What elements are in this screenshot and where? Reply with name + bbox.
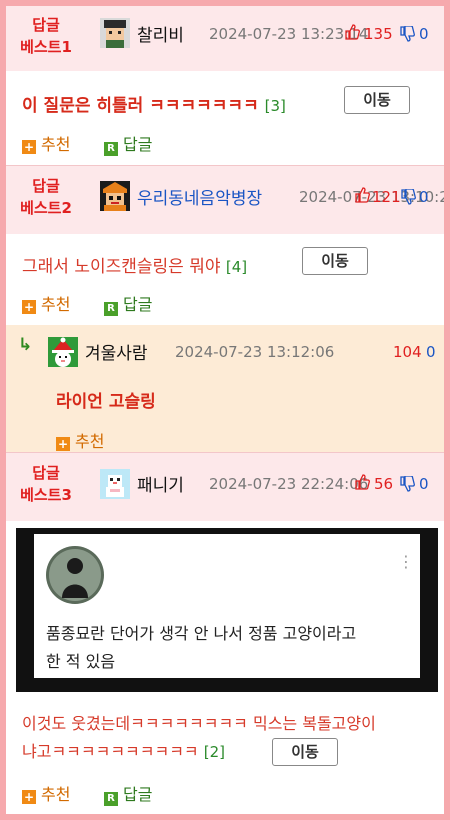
recommend-button[interactable]: + 추천 xyxy=(56,428,104,452)
dislike-count: 0 xyxy=(419,25,429,43)
reply-text: 라이언 고슬링 xyxy=(56,392,156,412)
reply-count: [2] xyxy=(203,743,225,761)
avatar-icon[interactable] xyxy=(100,181,130,211)
recommend-label: 추천 xyxy=(41,785,71,804)
comment-text: 그래서 노이즈캔슬링은 뭐야 [4] xyxy=(22,252,247,277)
best-label-rank: 베스트1 xyxy=(20,38,72,56)
best-comment-header-2: 답글 베스트2 우리동네음악병장 2024-07-23 13:10:2 121 … xyxy=(6,166,444,234)
best-label-1: 답글 베스트1 xyxy=(6,14,86,58)
reply-button[interactable]: R 답글 xyxy=(104,781,152,806)
plus-icon: + xyxy=(22,140,36,154)
author-nickname[interactable]: 패니기 xyxy=(137,471,184,496)
embedded-text: 품종묘란 단어가 생각 안 나서 정품 고양이라고 한 적 있음 xyxy=(46,620,356,676)
reply-badge-icon: R xyxy=(104,142,118,156)
recommend-button[interactable]: + 추천 xyxy=(22,291,70,315)
author-nickname[interactable]: 찰리비 xyxy=(137,21,184,46)
reply-label: 답글 xyxy=(123,135,153,154)
recommend-label: 추천 xyxy=(41,135,71,154)
like-count: 56 xyxy=(374,475,394,493)
like-count: 104 xyxy=(393,343,422,361)
move-button[interactable]: 이동 xyxy=(344,86,410,114)
best-comment-header-3: 답글 베스트3 패니기 2024-07-23 22:24:06 56 0 xyxy=(6,453,444,521)
more-menu-icon: ⋮ xyxy=(398,552,414,571)
best-label-rank: 베스트3 xyxy=(20,486,72,504)
embedded-image[interactable]: ⋮ 품종묘란 단어가 생각 안 나서 정품 고양이라고 한 적 있음 xyxy=(16,528,438,692)
like-count: 121 xyxy=(372,188,401,206)
profile-photo-icon xyxy=(46,546,104,604)
reply-arrow-icon: ↳ xyxy=(18,335,33,355)
embedded-text-line: 한 적 있음 xyxy=(46,652,116,671)
best-label-top: 답글 xyxy=(32,464,60,482)
thumbs-down-icon[interactable] xyxy=(399,476,415,492)
author-nickname[interactable]: 겨울사람 xyxy=(85,339,148,364)
embedded-card: ⋮ 품종묘란 단어가 생각 안 나서 정품 고양이라고 한 적 있음 xyxy=(34,534,420,678)
move-button[interactable]: 이동 xyxy=(302,247,368,275)
post-date: 2024-07-23 13:12:06 xyxy=(175,343,335,361)
best-comment-header-1: 답글 베스트1 찰리비 2024-07-23 13:23:14 135 0 xyxy=(6,6,444,71)
recommend-button[interactable]: + 추천 xyxy=(22,781,70,805)
dislike-count: 0 xyxy=(419,188,429,206)
reply-label: 답글 xyxy=(123,785,153,804)
nested-reply: ↳ 겨울사람 2024-07-23 13:12:06 104 0 라이언 고슬링… xyxy=(6,325,444,452)
reply-badge-icon: R xyxy=(104,792,118,806)
thumbs-up-icon[interactable] xyxy=(354,187,370,203)
plus-icon: + xyxy=(56,437,70,451)
comment-body: 이 질문은 히틀러 ㅋㅋㅋㅋㅋㅋㅋ xyxy=(22,96,259,116)
plus-icon: + xyxy=(22,300,36,314)
recommend-label: 추천 xyxy=(41,295,71,314)
comment-body: 그래서 노이즈캔슬링은 뭐야 xyxy=(22,257,221,277)
reply-button[interactable]: R 답글 xyxy=(104,291,152,316)
best-label-top: 답글 xyxy=(32,177,60,195)
avatar-icon[interactable] xyxy=(48,337,78,367)
reply-label: 답글 xyxy=(123,295,153,314)
comment-body-line: 냐고ㅋㅋㅋㅋㅋㅋㅋㅋㅋㅋ xyxy=(22,742,199,761)
reply-badge-icon: R xyxy=(104,302,118,316)
thumbs-up-icon[interactable] xyxy=(344,24,360,40)
thumbs-down-icon[interactable] xyxy=(399,26,415,42)
reply-button[interactable]: R 답글 xyxy=(104,131,152,156)
dislike-count: 0 xyxy=(419,475,429,493)
dislike-count: 0 xyxy=(426,343,436,361)
comment-text: 이 질문은 히틀러 ㅋㅋㅋㅋㅋㅋㅋ [3] xyxy=(22,91,286,116)
avatar-icon[interactable] xyxy=(100,469,130,499)
thumbs-up-icon[interactable] xyxy=(354,474,370,490)
reply-count: [3] xyxy=(264,97,286,115)
comment-panel: 답글 베스트1 찰리비 2024-07-23 13:23:14 135 0 이 … xyxy=(6,6,444,814)
reply-count: [4] xyxy=(225,258,248,276)
recommend-button[interactable]: + 추천 xyxy=(22,131,70,155)
best-label-rank: 베스트2 xyxy=(20,199,72,217)
thumbs-down-icon[interactable] xyxy=(400,189,416,205)
embedded-text-line: 품종묘란 단어가 생각 안 나서 정품 고양이라고 xyxy=(46,624,357,643)
move-button[interactable]: 이동 xyxy=(272,738,338,766)
recommend-label: 추천 xyxy=(75,432,105,451)
comment-body-line: 이것도 웃겼는데ㅋㅋㅋㅋㅋㅋㅋㅋ 믹스는 복돌고양이 xyxy=(22,714,376,733)
best-label-top: 답글 xyxy=(32,16,60,34)
author-nickname[interactable]: 우리동네음악병장 xyxy=(137,184,262,209)
like-count: 135 xyxy=(364,25,393,43)
post-date: 2024-07-23 22:24:06 xyxy=(209,475,369,493)
avatar-icon[interactable] xyxy=(100,18,130,48)
best-label-3: 답글 베스트3 xyxy=(6,462,86,506)
plus-icon: + xyxy=(22,790,36,804)
best-label-2: 답글 베스트2 xyxy=(6,175,86,219)
